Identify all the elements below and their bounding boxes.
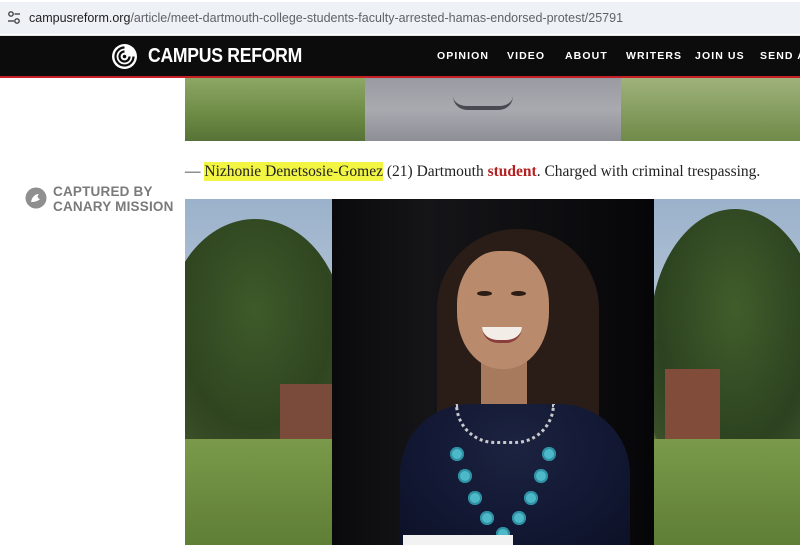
canary-mission-watermark: CAPTURED BY CANARY MISSION <box>25 184 185 214</box>
watermark-text: CAPTURED BY CANARY MISSION <box>53 184 174 214</box>
caption-dash: — <box>185 163 205 180</box>
watermark-line-2: CANARY MISSION <box>53 199 174 214</box>
address-field[interactable]: campusreform.org/article/meet-dartmouth-… <box>0 2 800 34</box>
canary-mission-icon <box>25 187 47 209</box>
necklace-bead <box>512 511 526 525</box>
main-nav: OPINION VIDEO ABOUT WRITERS JOIN US SEND… <box>0 50 800 64</box>
caption-charge: . Charged with criminal trespassing. <box>536 163 761 180</box>
nav-join-us[interactable]: JOIN US <box>695 50 745 62</box>
portrait-necklace <box>450 447 560 545</box>
photo-detail <box>453 96 513 110</box>
portrait-eye-left <box>477 291 492 296</box>
nav-video[interactable]: VIDEO <box>507 50 545 62</box>
nav-writers[interactable]: WRITERS <box>626 50 682 62</box>
photo-building-right <box>665 369 720 444</box>
caption-age: (21) Dartmouth <box>383 163 488 180</box>
necklace-bead <box>458 469 472 483</box>
site-header: CAMPUS REFORM OPINION VIDEO ABOUT WRITER… <box>0 36 800 76</box>
photo-caption: — Nizhonie Denetsosie-Gomez (21) Dartmou… <box>185 162 761 181</box>
necklace-bead <box>542 447 556 461</box>
browser-url-bar[interactable]: campusreform.org/article/meet-dartmouth-… <box>0 0 800 36</box>
portrait-eye-right <box>511 291 526 296</box>
necklace-bead <box>524 491 538 505</box>
nav-opinion[interactable]: OPINION <box>437 50 489 62</box>
caption-keyword-link[interactable]: student <box>488 163 537 180</box>
portrait-paper <box>403 535 513 545</box>
photo-background-right <box>621 78 800 141</box>
portrait-face <box>457 251 549 369</box>
tune-icon[interactable] <box>7 10 21 26</box>
necklace-bead <box>534 469 548 483</box>
article-photo-portrait <box>185 199 800 545</box>
necklace-bead <box>468 491 482 505</box>
photo-building-left <box>280 384 335 439</box>
url-host: campusreform.org <box>29 11 131 25</box>
nav-send-a[interactable]: SEND A <box>760 50 800 62</box>
caption-highlighted-name: Nizhonie Denetsosie-Gomez <box>204 162 383 181</box>
url-path: /article/meet-dartmouth-college-students… <box>130 11 624 25</box>
necklace-bead <box>480 511 494 525</box>
nav-about[interactable]: ABOUT <box>565 50 608 62</box>
article-photo-previous <box>185 78 800 141</box>
watermark-line-1: CAPTURED BY <box>53 184 153 199</box>
url-text[interactable]: campusreform.org/article/meet-dartmouth-… <box>29 11 623 25</box>
necklace-bead <box>450 447 464 461</box>
